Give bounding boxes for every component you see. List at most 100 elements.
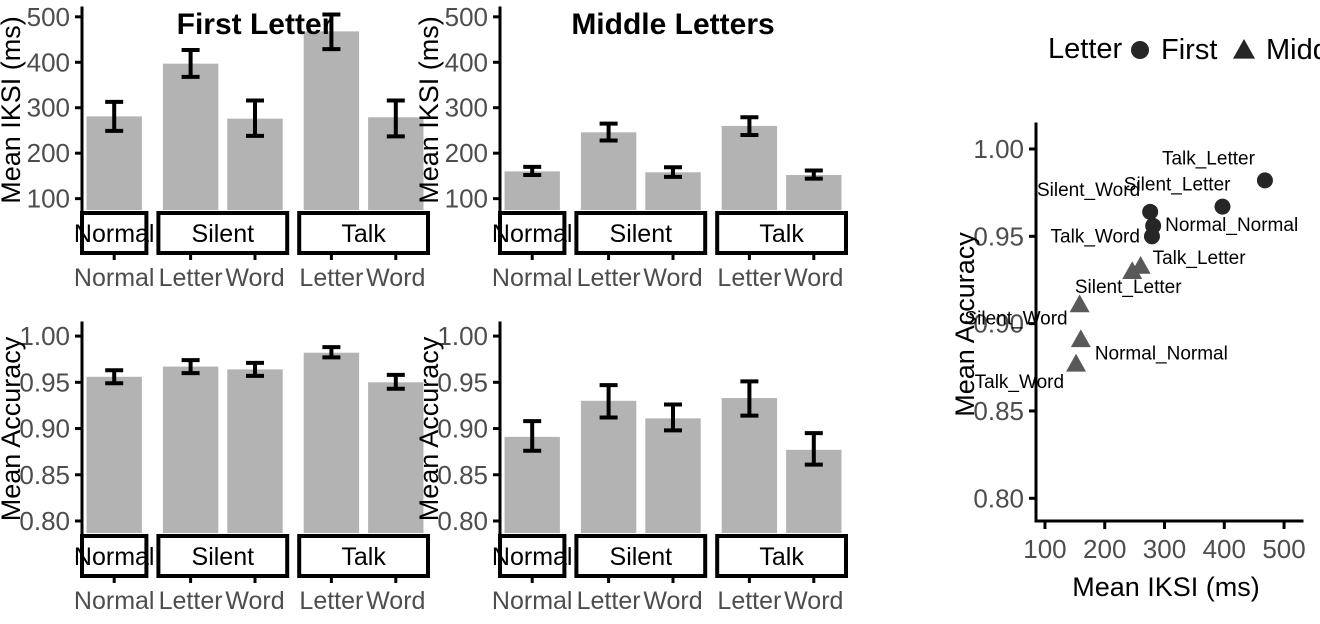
scatter_accuracy_vs_iksi-x-axis-title: Mean IKSI (ms) [1072, 572, 1260, 602]
figure-canvas: 100200300400500Mean IKSI (ms)NormalNorma… [0, 2, 1320, 615]
scatter_accuracy_vs_iksi-point-circle[interactable] [1256, 172, 1273, 189]
middle_letters_accuracy-xcat-label: Letter [577, 587, 641, 615]
middle_letters_accuracy-strip-label: Normal [492, 543, 573, 571]
panel-first_letter_iksi: 100 200 300 400 500Mean IKSI (ms) Normal Norma… [0, 2, 431, 292]
first_letter_accuracy-bar [303, 352, 360, 533]
panel-middle_letters_accuracy: 0.80 0.85 0.90 0.95 1.00Mean Accuracy Normal N… [414, 321, 849, 615]
middle_letters_iksi-ytick-label: 100 [445, 184, 488, 214]
middle_letters_accuracy-bar [580, 400, 637, 533]
scatter_accuracy_vs_iksi-xtick-label: 100 [1023, 534, 1066, 564]
scatter_accuracy_vs_iksi-point-circle[interactable] [1143, 228, 1160, 245]
first_letter_accuracy-xcat-label: Letter [159, 587, 223, 615]
legend-marker-triangle-icon [1233, 39, 1255, 59]
first_letter_iksi-bar [303, 31, 360, 211]
middle_letters_accuracy-bar [721, 398, 778, 533]
scatter_accuracy_vs_iksi-xtick-label: 500 [1262, 534, 1305, 564]
first_letter_iksi-strip-label: Silent [192, 220, 255, 248]
first_letter_accuracy-strip-label: Silent [192, 543, 255, 571]
scatter_accuracy_vs_iksi-point-label: Silent_Letter [1075, 277, 1182, 298]
first_letter_accuracy-ytick-label: 0.95 [19, 367, 70, 397]
middle_letters_iksi-ytick-label: 400 [445, 47, 488, 77]
middle_letters_iksi-strip-label: Talk [759, 220, 804, 248]
scatter_accuracy_vs_iksi-point-label: Talk_Word [975, 372, 1064, 393]
middle_letters_accuracy-ytick-label: 0.95 [437, 367, 488, 397]
scatter_accuracy_vs_iksi-point-label: Silent_Word [964, 308, 1067, 329]
scatter_accuracy_vs_iksi-point-label: Talk_Word [1051, 226, 1140, 247]
middle_letters_iksi-bar [580, 132, 637, 210]
middle_letters_iksi-ytick-label: 200 [445, 138, 488, 168]
scatter_accuracy_vs_iksi-point-label: Normal_Normal [1095, 343, 1228, 364]
middle_letters_iksi-xcat-label: Letter [577, 264, 641, 292]
legend-title: Letter [1048, 33, 1122, 65]
legend-marker-circle-icon [1131, 41, 1149, 59]
first_letter_accuracy-xcat-label: Letter [299, 587, 363, 615]
middle_letters_accuracy-xcat-label: Word [784, 587, 843, 615]
middle_letters_iksi-ytick-label: 300 [445, 93, 488, 123]
first_letter_accuracy-strip-label: Talk [341, 543, 386, 571]
first_letter_accuracy-bar [227, 369, 283, 533]
first_letter_iksi-ytick-label: 300 [27, 93, 70, 123]
scatter_accuracy_vs_iksi-ytick-label: 1.00 [973, 134, 1024, 164]
first_letter_iksi-ytick-label: 200 [27, 138, 70, 168]
middle_letters_accuracy-xcat-label: Letter [717, 587, 781, 615]
first_letter_accuracy-bar [86, 376, 142, 533]
middle_letters_iksi-title: Middle Letters [571, 8, 774, 41]
middle_letters_iksi-xcat-label: Normal [492, 264, 573, 292]
middle_letters_accuracy-bar [645, 418, 701, 533]
middle_letters_accuracy-strip-label: Talk [759, 543, 804, 571]
first_letter_accuracy-ytick-label: 1.00 [19, 321, 70, 351]
middle_letters_iksi-bar [721, 125, 778, 210]
middle_letters_iksi-y-axis-title: Mean IKSI (ms) [414, 16, 444, 204]
first_letter_iksi-xcat-label: Word [225, 264, 284, 292]
legend-label-middle: Middle [1266, 34, 1320, 66]
first_letter_accuracy-xcat-label: Word [366, 587, 425, 615]
first_letter_iksi-xcat-label: Word [366, 264, 425, 292]
scatter_accuracy_vs_iksi-point-label: Talk_Letter [1153, 248, 1247, 269]
first_letter_iksi-ytick-label: 100 [27, 184, 70, 214]
first_letter_accuracy-xcat-label: Word [225, 587, 284, 615]
scatter_accuracy_vs_iksi-point-triangle[interactable] [1070, 329, 1091, 348]
panel-middle_letters_iksi: 100 200 300 400 500Mean IKSI (ms) Normal Norma… [414, 2, 849, 292]
scatter_accuracy_vs_iksi-xtick-label: 200 [1083, 534, 1126, 564]
scatter_accuracy_vs_iksi-point-label: Silent_Word [1037, 180, 1140, 201]
middle_letters_accuracy-y-axis-title: Mean Accuracy [414, 336, 444, 521]
middle_letters_accuracy-xcat-label: Normal [492, 587, 573, 615]
middle_letters_accuracy-ytick-label: 0.90 [437, 414, 488, 444]
first_letter_accuracy-bar [162, 366, 219, 533]
first_letter_iksi-bar [162, 63, 219, 210]
middle_letters_accuracy-strip-label: Silent [610, 543, 673, 571]
scatter_accuracy_vs_iksi-xtick-label: 400 [1203, 534, 1246, 564]
middle_letters_iksi-xcat-label: Letter [717, 264, 781, 292]
middle_letters_accuracy-ytick-label: 0.85 [437, 460, 488, 490]
scatter_accuracy_vs_iksi-ytick-label: 0.95 [973, 221, 1024, 251]
first_letter_accuracy-ytick-label: 0.80 [19, 506, 70, 536]
first_letter_accuracy-strip-label: Normal [74, 543, 155, 571]
scatter_accuracy_vs_iksi-point-label: Normal_Normal [1165, 215, 1298, 236]
scatter_accuracy_vs_iksi-point-triangle[interactable] [1066, 353, 1087, 372]
middle_letters_iksi-ytick-label: 500 [445, 2, 488, 32]
legend-label-first: First [1161, 34, 1217, 66]
first_letter_accuracy-y-axis-title: Mean Accuracy [0, 336, 26, 521]
middle_letters_iksi-xcat-label: Word [784, 264, 843, 292]
first_letter_iksi-ytick-label: 400 [27, 47, 70, 77]
middle_letters_iksi-bar [504, 171, 560, 210]
middle_letters_accuracy-ytick-label: 0.80 [437, 506, 488, 536]
first_letter_accuracy-ytick-label: 0.85 [19, 460, 70, 490]
scatter_accuracy_vs_iksi-ytick-label: 0.80 [973, 483, 1024, 513]
first_letter_iksi-y-axis-title: Mean IKSI (ms) [0, 16, 26, 204]
first_letter_iksi-ytick-label: 500 [27, 2, 70, 32]
scatter_accuracy_vs_iksi-point-label: Talk_Letter [1162, 148, 1256, 169]
middle_letters_iksi-xcat-label: Word [643, 264, 702, 292]
first_letter_iksi-xcat-label: Normal [74, 264, 155, 292]
first_letter_iksi-xcat-label: Letter [299, 264, 363, 292]
first_letter_iksi-strip-label: Talk [341, 220, 386, 248]
middle_letters_iksi-strip-label: Normal [492, 220, 573, 248]
panel-first_letter_accuracy: 0.80 0.85 0.90 0.95 1.00Mean Accuracy Normal N… [0, 321, 431, 615]
first_letter_accuracy-ytick-label: 0.90 [19, 414, 70, 444]
first_letter_accuracy-xcat-label: Normal [74, 587, 155, 615]
scatter_accuracy_vs_iksi-point-circle[interactable] [1214, 198, 1231, 215]
scatter_accuracy_vs_iksi-xtick-label: 300 [1143, 534, 1186, 564]
scatter_accuracy_vs_iksi-point-circle[interactable] [1142, 203, 1159, 220]
panel-scatter_accuracy_vs_iksi: 0.800.850.900.951.00100 200 300 400 500Mean … [950, 33, 1320, 602]
scatter_accuracy_vs_iksi-legend: Letter First Middle [1048, 33, 1320, 66]
